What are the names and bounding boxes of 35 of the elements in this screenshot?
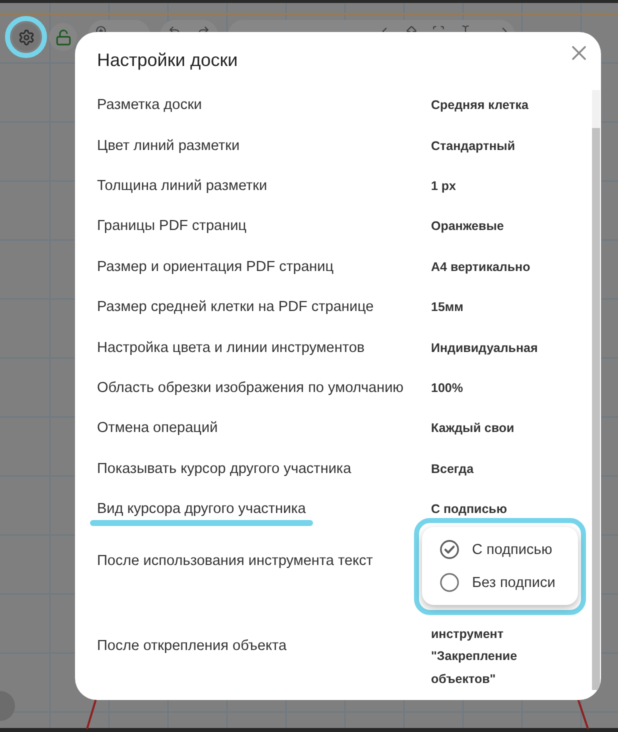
drawn-line <box>577 699 589 729</box>
settings-icon <box>18 28 34 46</box>
menu-option[interactable]: С подписью <box>422 533 578 566</box>
setting-label: Показывать курсор другого участника <box>97 460 352 479</box>
setting-value[interactable]: С подписью <box>431 501 508 518</box>
setting-value[interactable]: Всегда <box>431 460 474 477</box>
setting-label: Вид курсора другого участника <box>97 500 306 520</box>
setting-value[interactable]: 15мм <box>431 299 464 316</box>
dialog-title: Настройки доски <box>97 49 238 72</box>
setting-label: Границы PDF страниц <box>97 217 246 236</box>
setting-label: Размер средней клетки на PDF странице <box>97 298 374 318</box>
setting-label: Размер и ориентация PDF страниц <box>97 258 334 277</box>
setting-label: Область обрезки изображения по умолчанию <box>97 378 404 398</box>
setting-value[interactable]: Индивидуальная <box>431 340 538 356</box>
setting-label: Толщина линий разметки <box>97 176 268 196</box>
setting-value[interactable]: Оранжевые <box>431 218 504 234</box>
setting-value[interactable]: Средняя клетка <box>431 97 528 114</box>
setting-label: Разметка доски <box>97 96 202 116</box>
setting-label: Настройка цвета и линии инструментов <box>97 338 365 358</box>
settings-button[interactable] <box>12 23 40 51</box>
setting-value[interactable]: инструмент "Закрепление объектов" <box>431 622 556 691</box>
setting-value[interactable]: 100% <box>431 380 463 396</box>
setting-label: После использования инструмента текст <box>97 552 373 571</box>
option-label: Без подписи <box>472 574 556 592</box>
setting-value[interactable]: Стандартный <box>431 138 516 154</box>
setting-value[interactable]: Каждый свои <box>431 420 514 436</box>
menu-option[interactable]: Без подписи <box>422 566 578 599</box>
option-label: С подписью <box>472 540 552 560</box>
setting-label: После открепления объекта <box>97 636 287 656</box>
setting-label: Цвет линий разметки <box>97 136 240 156</box>
setting-value[interactable]: A4 вертикально <box>431 258 530 275</box>
setting-label: Отмена операций <box>97 419 218 438</box>
setting-value[interactable]: 1 px <box>431 178 456 194</box>
unlocked-padlock-icon <box>54 28 72 46</box>
drawn-line <box>86 699 97 729</box>
